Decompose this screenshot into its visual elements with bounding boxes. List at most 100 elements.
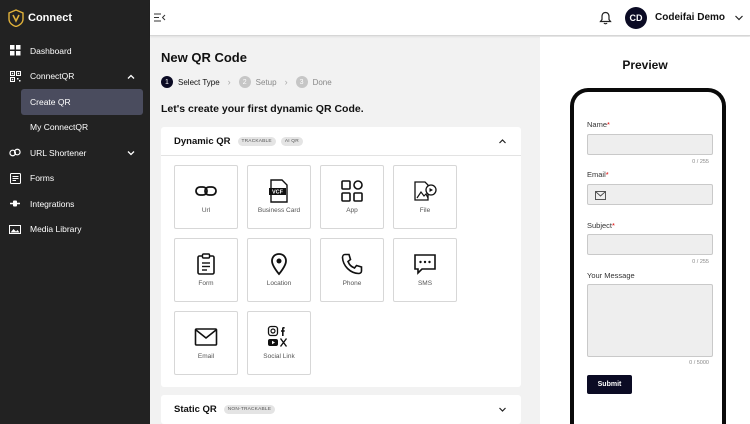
email-icon [194, 328, 218, 346]
chevron-down-icon[interactable] [126, 148, 136, 158]
subject-label: Subject* [587, 221, 615, 230]
message-textarea[interactable] [587, 284, 713, 357]
chevron-up-icon[interactable] [126, 72, 136, 82]
qr-code-icon [9, 70, 21, 82]
sidebar-item-url-shortener[interactable]: URL Shortener [0, 140, 150, 166]
chevron-up-icon[interactable] [498, 137, 507, 146]
panel-title: Static QR [174, 404, 217, 415]
sidebar-item-my-connectqr[interactable]: My ConnectQR [21, 115, 143, 141]
qr-type-grid: Url VCF Business Card App File Form Loca… [174, 165, 457, 375]
name-char-counter: 0 / 255 [692, 159, 709, 165]
submit-button[interactable]: Submit [587, 375, 632, 394]
required-mark: * [607, 120, 610, 129]
dynamic-qr-header[interactable]: Dynamic QR TRACKABLE AI QR [161, 127, 521, 156]
collapse-menu-icon[interactable] [154, 12, 166, 23]
step-label: Done [312, 77, 332, 87]
qr-type-form[interactable]: Form [174, 238, 238, 302]
sidebar-item-dashboard[interactable]: Dashboard [0, 38, 150, 64]
chevron-down-icon[interactable] [734, 13, 744, 23]
avatar[interactable]: CD [625, 7, 647, 29]
qr-type-email[interactable]: Email [174, 311, 238, 375]
required-mark: * [612, 221, 615, 230]
svg-text:VCF: VCF [272, 190, 284, 196]
step-select-type: 1 Select Type [161, 76, 220, 88]
static-qr-header[interactable]: Static QR NON-TRACKABLE [161, 395, 521, 424]
trackable-badge: TRACKABLE [237, 136, 276, 146]
tile-label: Phone [342, 280, 362, 287]
social-icons [267, 325, 288, 347]
sidebar-item-label: Dashboard [30, 45, 72, 56]
email-field[interactable] [587, 184, 713, 205]
step-number: 3 [295, 76, 308, 88]
chevron-right-icon: › [284, 77, 288, 87]
page-title: New QR Code [161, 50, 247, 65]
qr-type-url[interactable]: Url [174, 165, 238, 229]
preview-pane: Preview Name* 0 / 255 Email* Subject* 0 … [540, 37, 750, 424]
dynamic-qr-panel: Dynamic QR TRACKABLE AI QR Url VCF Busin… [161, 127, 521, 387]
x-icon [279, 338, 288, 347]
brand[interactable]: Connect [0, 0, 150, 36]
message-label: Your Message [587, 271, 635, 280]
sidebar-item-label: ConnectQR [30, 71, 75, 82]
static-qr-panel: Static QR NON-TRACKABLE [161, 395, 521, 424]
qr-type-app[interactable]: App [320, 165, 384, 229]
qr-type-sms[interactable]: SMS [393, 238, 457, 302]
sidebar-item-forms[interactable]: Forms [0, 166, 150, 192]
sidebar-item-media-library[interactable]: Media Library [0, 217, 150, 243]
required-mark: * [605, 170, 609, 179]
bell-icon[interactable] [599, 11, 612, 25]
mail-icon [595, 191, 606, 200]
step-number: 1 [161, 76, 173, 88]
chevron-right-icon: › [227, 77, 231, 87]
sidebar-item-connectqr[interactable]: ConnectQR [0, 64, 150, 90]
sidebar-item-label: Create QR [30, 96, 71, 107]
user-name[interactable]: Codeifai Demo [655, 12, 725, 23]
app-grid-icon [341, 180, 363, 202]
tile-label: Url [201, 207, 211, 214]
sms-icon [414, 254, 436, 275]
step-setup: 2 Setup [238, 76, 277, 88]
name-input[interactable] [587, 134, 713, 155]
qr-type-file[interactable]: File [393, 165, 457, 229]
tile-label: Email [197, 353, 215, 360]
integrations-icon [9, 198, 21, 210]
tile-label: Business Card [257, 207, 301, 214]
panel-title: Dynamic QR [174, 135, 231, 147]
label-text: Name [587, 120, 608, 129]
label-text: Email [587, 170, 606, 179]
forms-icon [9, 172, 21, 184]
subject-char-counter: 0 / 255 [692, 259, 709, 265]
sidebar-item-label: Media Library [30, 224, 82, 235]
qr-type-social-link[interactable]: Social Link [247, 311, 311, 375]
media-library-icon [9, 223, 21, 235]
preview-title: Preview [622, 58, 668, 72]
chevron-down-icon[interactable] [498, 405, 507, 414]
main-content: New QR Code 1 Select Type › 2 Setup › 3 … [150, 37, 538, 424]
qr-type-location[interactable]: Location [247, 238, 311, 302]
name-label: Name* [587, 120, 610, 129]
link-icon [195, 186, 217, 196]
sidebar-nav: Dashboard ConnectQR Create QR My Connect… [0, 38, 150, 242]
qr-type-phone[interactable]: Phone [320, 238, 384, 302]
tile-label: Form [198, 280, 214, 287]
location-pin-icon [271, 253, 287, 276]
qr-type-business-card[interactable]: VCF Business Card [247, 165, 311, 229]
tile-label: SMS [417, 280, 433, 287]
sidebar-item-integrations[interactable]: Integrations [0, 191, 150, 217]
step-label: Select Type [178, 77, 220, 87]
tile-label: Social Link [263, 353, 295, 360]
sidebar: Connect Dashboard ConnectQR Create QR My… [0, 0, 150, 424]
step-label: Setup [255, 77, 277, 87]
facebook-icon [281, 327, 285, 336]
vcf-icon: VCF [269, 179, 288, 203]
top-header: CD Codeifai Demo [150, 0, 750, 36]
step-done: 3 Done [295, 76, 332, 88]
dashboard-icon [9, 45, 21, 57]
link-icon [9, 147, 21, 159]
sidebar-item-create-qr[interactable]: Create QR [21, 89, 143, 115]
brand-name: Connect [28, 12, 72, 24]
tile-label: Location [266, 280, 292, 287]
page-subtitle: Let's create your first dynamic QR Code. [161, 103, 364, 115]
subject-input[interactable] [587, 234, 713, 255]
phone-icon [341, 253, 363, 275]
